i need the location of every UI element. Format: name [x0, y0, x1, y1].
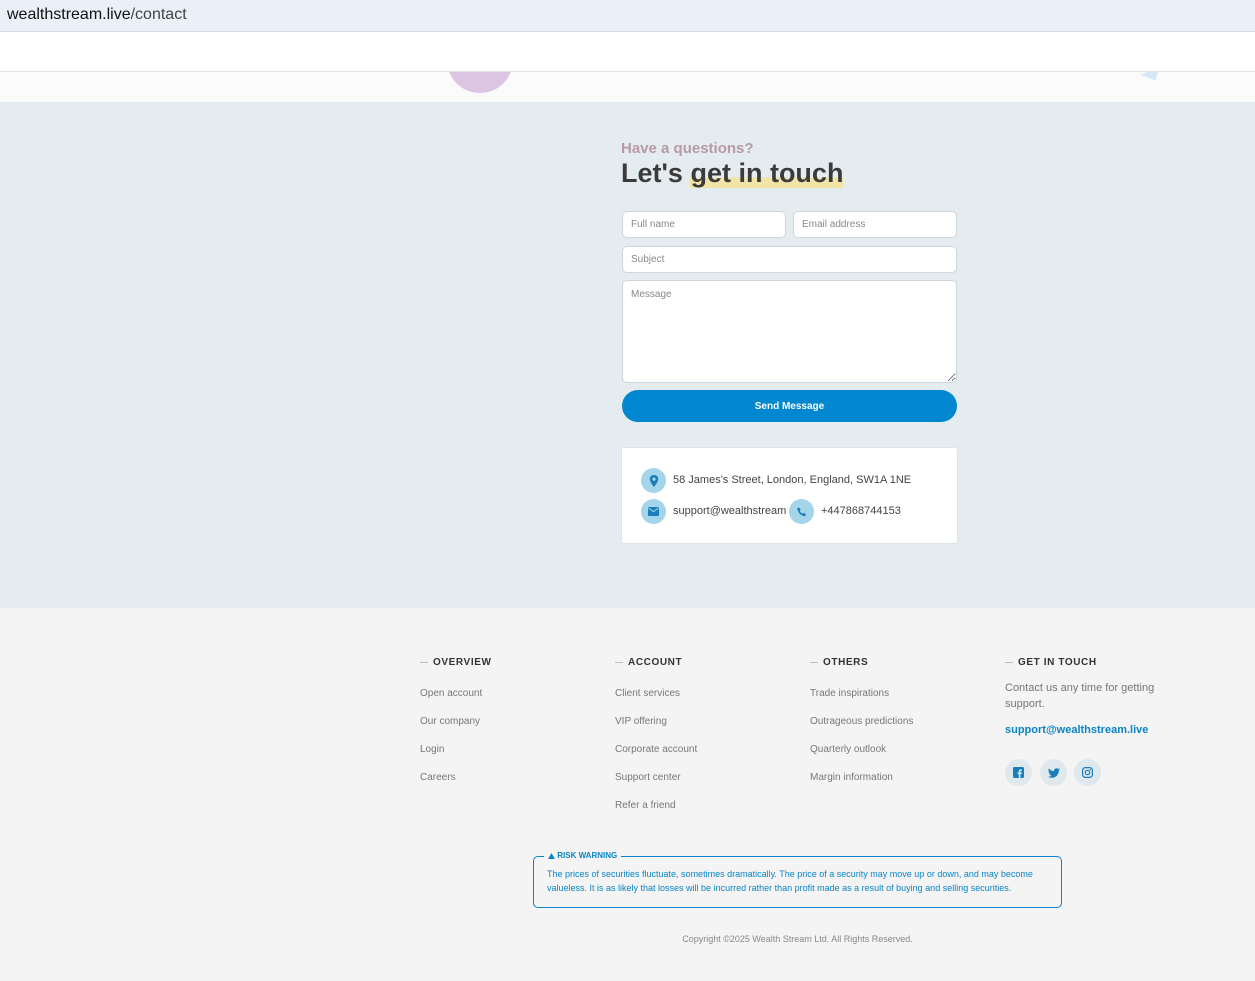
url-text[interactable]: wealthstream.live/contact: [7, 6, 187, 24]
warning-triangle-icon: [548, 852, 555, 859]
risk-warning-text: The prices of securities fluctuate, some…: [547, 869, 1033, 893]
decorative-shape: [1140, 72, 1160, 81]
facebook-icon[interactable]: [1005, 759, 1032, 786]
footer-link-support-center[interactable]: Support center: [615, 772, 681, 783]
footer-link-login[interactable]: Login: [420, 744, 444, 755]
footer-link-client-services[interactable]: Client services: [615, 688, 680, 699]
full-name-input[interactable]: [622, 211, 786, 238]
contact-heading: Let's get in touch: [621, 158, 844, 189]
contact-address: 58 James's Street, London, England, SW1A…: [673, 474, 912, 486]
decorative-circle: [447, 72, 513, 93]
footer-link-margin-information[interactable]: Margin information: [810, 772, 893, 783]
browser-url-bar[interactable]: wealthstream.live/contact: [0, 0, 1255, 32]
footer-get-in-touch-text: Contact us any time for getting support.: [1005, 682, 1155, 710]
footer-link-corporate-account[interactable]: Corporate account: [615, 744, 697, 755]
site-header: [0, 32, 1255, 72]
footer-link-vip-offering[interactable]: VIP offering: [615, 716, 667, 727]
footer-overview-title: OVERVIEW: [420, 657, 492, 668]
contact-info-card: 58 James's Street, London, England, SW1A…: [621, 447, 958, 544]
footer-support-email-link[interactable]: support@wealthstream.live: [1005, 724, 1148, 736]
risk-warning-box: RISK WARNING The prices of securities fl…: [533, 851, 1062, 908]
risk-warning-label: RISK WARNING: [544, 851, 622, 860]
email-input[interactable]: [793, 211, 957, 238]
footer-link-quarterly-outlook[interactable]: Quarterly outlook: [810, 744, 886, 755]
footer-link-outrageous-predictions[interactable]: Outrageous predictions: [810, 716, 913, 727]
envelope-icon: [641, 499, 666, 524]
footer-link-open-account[interactable]: Open account: [420, 688, 482, 699]
subject-input[interactable]: [622, 246, 957, 273]
footer-account-title: ACCOUNT: [615, 657, 682, 668]
instagram-icon[interactable]: [1074, 759, 1101, 786]
footer-link-careers[interactable]: Careers: [420, 772, 456, 783]
twitter-icon[interactable]: [1040, 759, 1067, 786]
contact-section: Have a questions? Let's get in touch Sen…: [0, 102, 1255, 608]
heading-start: Let's: [621, 158, 691, 188]
footer-link-refer-a-friend[interactable]: Refer a friend: [615, 800, 676, 811]
contact-email[interactable]: support@wealthstream: [673, 505, 786, 517]
location-pin-icon: [641, 468, 666, 493]
footer-others-title: OTHERS: [810, 657, 868, 668]
contact-eyebrow: Have a questions?: [621, 140, 754, 157]
footer-link-trade-inspirations[interactable]: Trade inspirations: [810, 688, 889, 699]
heading-highlight: get in touch: [690, 158, 844, 188]
phone-icon: [789, 499, 814, 524]
message-textarea[interactable]: [622, 280, 957, 383]
footer-get-in-touch-title: GET IN TOUCH: [1005, 657, 1097, 668]
send-message-button[interactable]: Send Message: [622, 390, 957, 422]
contact-phone[interactable]: +447868744153: [821, 505, 901, 517]
site-footer: OVERVIEW Open account Our company Login …: [0, 608, 1255, 981]
copyright-text: Copyright ©2025 Wealth Stream Ltd. All R…: [682, 934, 913, 944]
risk-warning-label-text: RISK WARNING: [557, 851, 618, 860]
footer-link-our-company[interactable]: Our company: [420, 716, 480, 727]
hero-bottom-strip: [0, 72, 1255, 102]
